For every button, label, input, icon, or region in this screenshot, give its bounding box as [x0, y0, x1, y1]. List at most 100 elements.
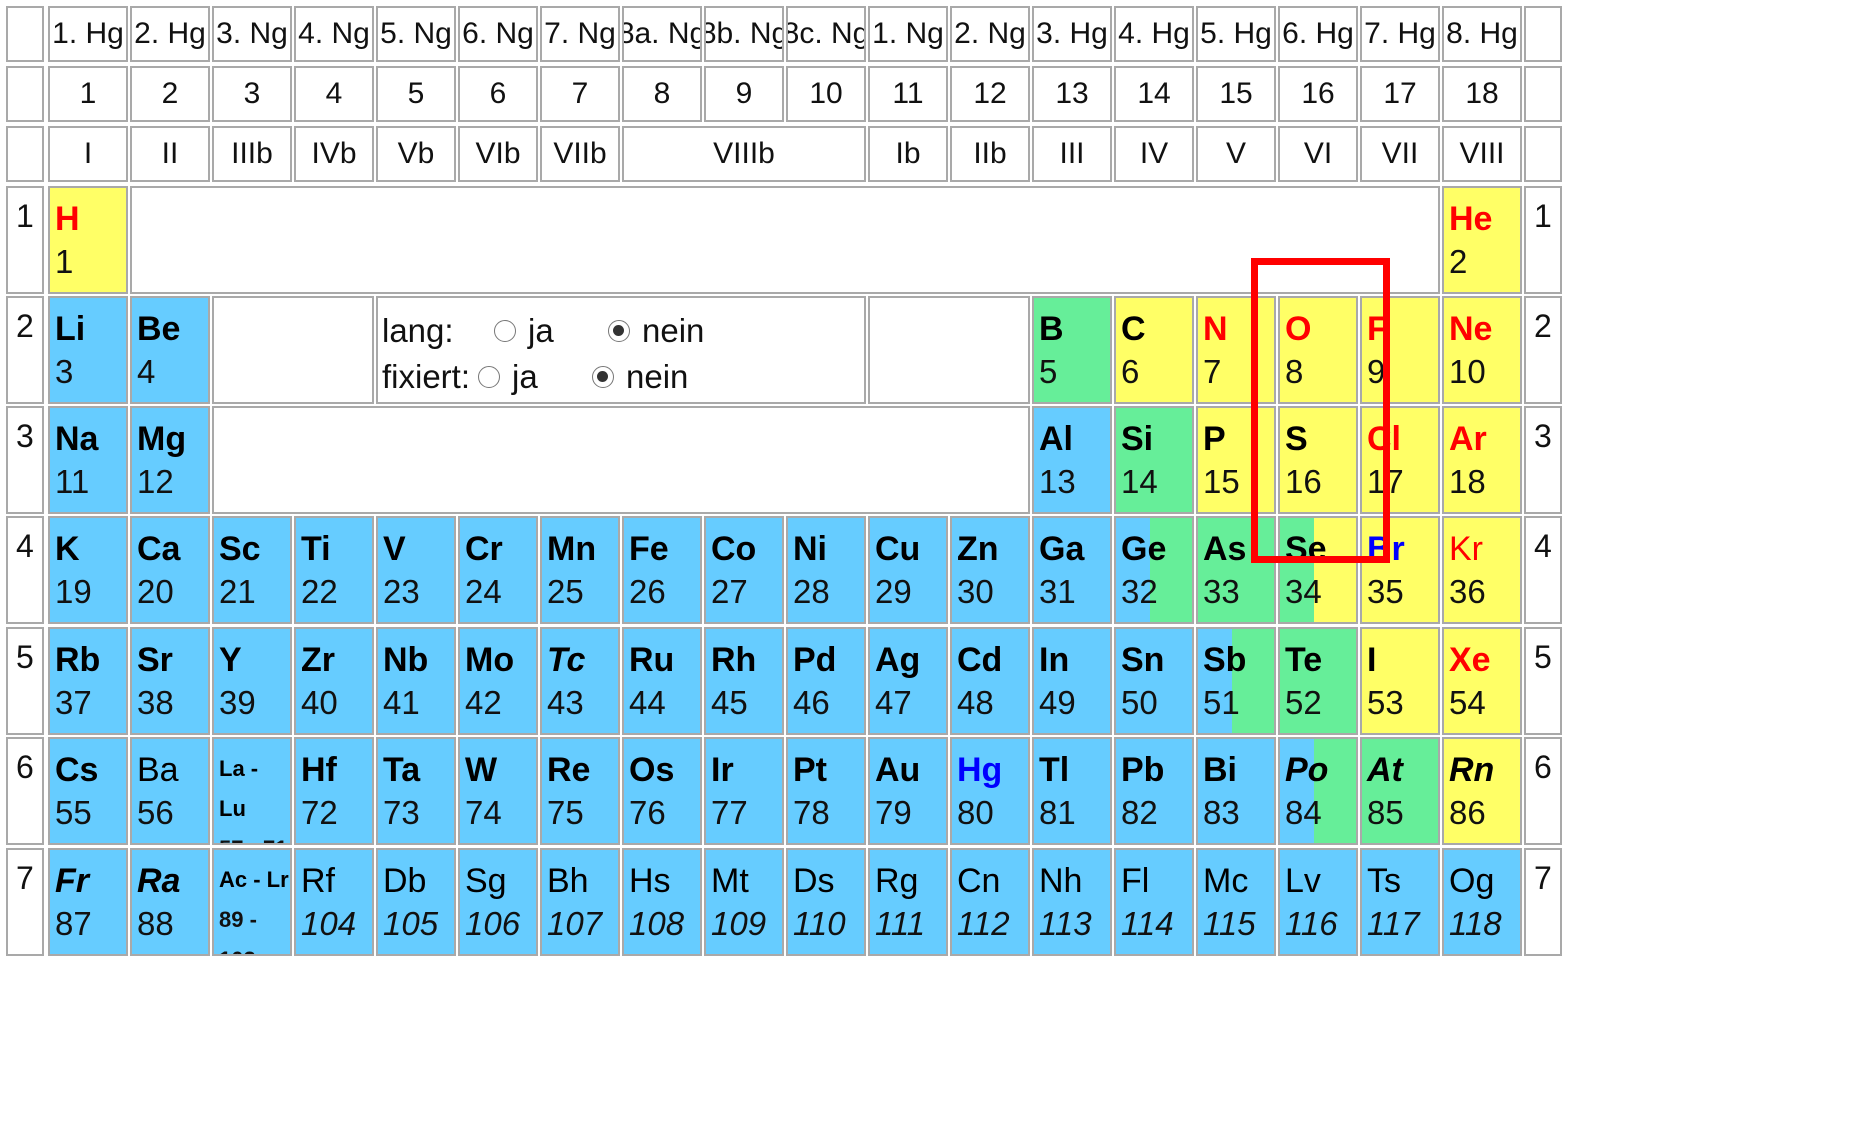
element-cell-bi[interactable]: Bi 83 — [1196, 737, 1276, 845]
element-cell-re[interactable]: Re 75 — [540, 737, 620, 845]
element-cell-k[interactable]: K 19 — [48, 516, 128, 624]
element-cell-ba[interactable]: Ba 56 — [130, 737, 210, 845]
element-cell-v[interactable]: V 23 — [376, 516, 456, 624]
element-cell-f[interactable]: F9 — [1360, 296, 1440, 404]
element-cell-o[interactable]: O8 — [1278, 296, 1358, 404]
element-symbol: Rb — [55, 641, 101, 679]
element-cell-kr[interactable]: Kr 36 — [1442, 516, 1522, 624]
element-cell-cu[interactable]: Cu 29 — [868, 516, 948, 624]
element-cell-as[interactable]: As 33 — [1196, 516, 1276, 624]
element-cell-ar[interactable]: Ar 18 — [1442, 406, 1522, 514]
element-cell-he[interactable]: He 2 — [1442, 186, 1522, 294]
element-cell-db[interactable]: Db 105 — [376, 848, 456, 956]
element-cell-po[interactable]: Po 84 — [1278, 737, 1358, 845]
ihg-group-header: 2. Hg — [130, 6, 210, 62]
element-cell-ta[interactable]: Ta 73 — [376, 737, 456, 845]
element-cell-cl[interactable]: Cl 17 — [1360, 406, 1440, 514]
element-cell-mc[interactable]: Mc 115 — [1196, 848, 1276, 956]
element-cell-cd[interactable]: Cd 48 — [950, 627, 1030, 735]
element-cell-zr[interactable]: Zr 40 — [294, 627, 374, 735]
element-cell-series[interactable]: La - Lu 57 - 71 — [212, 737, 292, 845]
element-cell-p[interactable]: P 15 — [1196, 406, 1276, 514]
element-cell-lv[interactable]: Lv 116 — [1278, 848, 1358, 956]
element-cell-ru[interactable]: Ru 44 — [622, 627, 702, 735]
element-cell-mo[interactable]: Mo 42 — [458, 627, 538, 735]
element-cell-mn[interactable]: Mn 25 — [540, 516, 620, 624]
fixiert-no-radio[interactable] — [592, 366, 614, 388]
element-cell-rn[interactable]: Rn 86 — [1442, 737, 1522, 845]
element-cell-hg[interactable]: Hg 80 — [950, 737, 1030, 845]
element-cell-fr[interactable]: Fr 87 — [48, 848, 128, 956]
element-cell-ga[interactable]: Ga 31 — [1032, 516, 1112, 624]
element-cell-cr[interactable]: Cr 24 — [458, 516, 538, 624]
element-cell-c[interactable]: C6 — [1114, 296, 1194, 404]
element-cell-rh[interactable]: Rh 45 — [704, 627, 784, 735]
element-cell-y[interactable]: Y 39 — [212, 627, 292, 735]
element-cell-se[interactable]: Se 34 — [1278, 516, 1358, 624]
lang-yes-label: ja — [528, 312, 554, 349]
element-cell-al[interactable]: Al 13 — [1032, 406, 1112, 514]
element-cell-tl[interactable]: Tl 81 — [1032, 737, 1112, 845]
element-cell-os[interactable]: Os 76 — [622, 737, 702, 845]
element-cell-i[interactable]: I 53 — [1360, 627, 1440, 735]
element-cell-sg[interactable]: Sg 106 — [458, 848, 538, 956]
element-cell-hs[interactable]: Hs 108 — [622, 848, 702, 956]
element-cell-mg[interactable]: Mg 12 — [130, 406, 210, 514]
element-cell-fl[interactable]: Fl 114 — [1114, 848, 1194, 956]
element-cell-b[interactable]: B5 — [1032, 296, 1112, 404]
element-cell-n[interactable]: N7 — [1196, 296, 1276, 404]
element-cell-sc[interactable]: Sc 21 — [212, 516, 292, 624]
element-cell-h[interactable]: H1 — [48, 186, 128, 294]
element-cell-zn[interactable]: Zn 30 — [950, 516, 1030, 624]
element-cell-cs[interactable]: Cs 55 — [48, 737, 128, 845]
element-cell-ds[interactable]: Ds 110 — [786, 848, 866, 956]
element-cell-au[interactable]: Au 79 — [868, 737, 948, 845]
element-cell-sn[interactable]: Sn 50 — [1114, 627, 1194, 735]
fixiert-yes-radio[interactable] — [478, 366, 500, 388]
element-cell-te[interactable]: Te 52 — [1278, 627, 1358, 735]
element-cell-s[interactable]: S 16 — [1278, 406, 1358, 514]
element-cell-be[interactable]: Be 4 — [130, 296, 210, 404]
element-cell-ne[interactable]: Ne 10 — [1442, 296, 1522, 404]
element-cell-ge[interactable]: Ge 32 — [1114, 516, 1194, 624]
element-cell-in[interactable]: In 49 — [1032, 627, 1112, 735]
element-cell-na[interactable]: Na 11 — [48, 406, 128, 514]
element-cell-tc[interactable]: Tc 43 — [540, 627, 620, 735]
element-cell-ra[interactable]: Ra 88 — [130, 848, 210, 956]
element-cell-ti[interactable]: Ti 22 — [294, 516, 374, 624]
element-number: 35 — [1367, 573, 1404, 610]
element-cell-pd[interactable]: Pd 46 — [786, 627, 866, 735]
element-cell-ni[interactable]: Ni 28 — [786, 516, 866, 624]
element-cell-cn[interactable]: Cn 112 — [950, 848, 1030, 956]
element-cell-ag[interactable]: Ag 47 — [868, 627, 948, 735]
element-cell-rb[interactable]: Rb 37 — [48, 627, 128, 735]
element-number: 78 — [793, 794, 830, 831]
element-cell-rf[interactable]: Rf 104 — [294, 848, 374, 956]
element-cell-mt[interactable]: Mt 109 — [704, 848, 784, 956]
element-cell-ts[interactable]: Ts 117 — [1360, 848, 1440, 956]
element-cell-nb[interactable]: Nb 41 — [376, 627, 456, 735]
element-cell-sb[interactable]: Sb 51 — [1196, 627, 1276, 735]
element-cell-li[interactable]: Li 3 — [48, 296, 128, 404]
element-cell-w[interactable]: W 74 — [458, 737, 538, 845]
element-cell-fe[interactable]: Fe 26 — [622, 516, 702, 624]
element-cell-ca[interactable]: Ca 20 — [130, 516, 210, 624]
element-cell-hf[interactable]: Hf 72 — [294, 737, 374, 845]
element-cell-bh[interactable]: Bh 107 — [540, 848, 620, 956]
element-cell-rg[interactable]: Rg 111 — [868, 848, 948, 956]
lang-no-radio[interactable] — [608, 320, 630, 342]
element-cell-xe[interactable]: Xe 54 — [1442, 627, 1522, 735]
element-cell-br[interactable]: Br 35 — [1360, 516, 1440, 624]
element-cell-at[interactable]: At 85 — [1360, 737, 1440, 845]
element-cell-series[interactable]: Ac - Lr 89 - 103 — [212, 848, 292, 956]
element-cell-sr[interactable]: Sr 38 — [130, 627, 210, 735]
element-number: 80 — [957, 794, 994, 831]
element-cell-co[interactable]: Co 27 — [704, 516, 784, 624]
element-cell-si[interactable]: Si 14 — [1114, 406, 1194, 514]
element-cell-ir[interactable]: Ir 77 — [704, 737, 784, 845]
element-cell-nh[interactable]: Nh 113 — [1032, 848, 1112, 956]
element-cell-pb[interactable]: Pb 82 — [1114, 737, 1194, 845]
lang-yes-radio[interactable] — [494, 320, 516, 342]
element-cell-og[interactable]: Og 118 — [1442, 848, 1522, 956]
element-cell-pt[interactable]: Pt 78 — [786, 737, 866, 845]
